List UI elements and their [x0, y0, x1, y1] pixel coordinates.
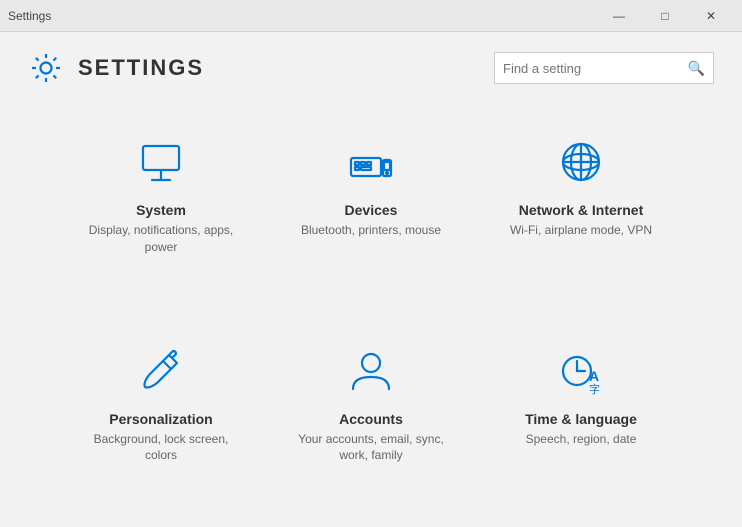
accounts-desc: Your accounts, email, sync, work, family	[286, 431, 456, 465]
settings-item-personalization[interactable]: Personalization Background, lock screen,…	[60, 317, 262, 518]
personalization-title: Personalization	[109, 411, 212, 427]
accounts-icon	[341, 341, 401, 401]
settings-item-system[interactable]: System Display, notifications, apps, pow…	[60, 108, 262, 309]
time-title: Time & language	[525, 411, 637, 427]
header-left: SETTINGS	[28, 50, 204, 86]
settings-item-network[interactable]: Network & Internet Wi-Fi, airplane mode,…	[480, 108, 682, 309]
title-bar-controls: — □ ✕	[596, 0, 734, 32]
main-content: SETTINGS 🔍 System Display, notifications…	[0, 32, 742, 527]
system-icon	[131, 132, 191, 192]
time-desc: Speech, region, date	[526, 431, 637, 448]
settings-title: SETTINGS	[78, 55, 204, 81]
gear-icon	[28, 50, 64, 86]
network-desc: Wi-Fi, airplane mode, VPN	[510, 222, 652, 239]
search-input[interactable]	[503, 61, 688, 76]
system-desc: Display, notifications, apps, power	[76, 222, 246, 256]
svg-text:A: A	[589, 368, 599, 384]
time-icon: A 字	[551, 341, 611, 401]
maximize-button[interactable]: □	[642, 0, 688, 32]
personalization-desc: Background, lock screen, colors	[76, 431, 246, 465]
settings-item-devices[interactable]: Devices Bluetooth, printers, mouse	[270, 108, 472, 309]
svg-text:字: 字	[589, 382, 600, 396]
network-icon	[551, 132, 611, 192]
search-box[interactable]: 🔍	[494, 52, 714, 84]
devices-title: Devices	[345, 202, 398, 218]
settings-item-accounts[interactable]: Accounts Your accounts, email, sync, wor…	[270, 317, 472, 518]
title-bar-label: Settings	[8, 9, 51, 23]
devices-desc: Bluetooth, printers, mouse	[301, 222, 441, 239]
personalization-icon	[131, 341, 191, 401]
title-bar-left: Settings	[8, 9, 51, 23]
title-bar: Settings — □ ✕	[0, 0, 742, 32]
settings-item-time[interactable]: A 字 Time & language Speech, region, date	[480, 317, 682, 518]
devices-icon	[341, 132, 401, 192]
search-icon: 🔍	[688, 60, 705, 77]
network-title: Network & Internet	[519, 202, 643, 218]
close-button[interactable]: ✕	[688, 0, 734, 32]
settings-grid: System Display, notifications, apps, pow…	[0, 98, 742, 527]
accounts-title: Accounts	[339, 411, 403, 427]
minimize-button[interactable]: —	[596, 0, 642, 32]
header: SETTINGS 🔍	[0, 32, 742, 98]
system-title: System	[136, 202, 186, 218]
